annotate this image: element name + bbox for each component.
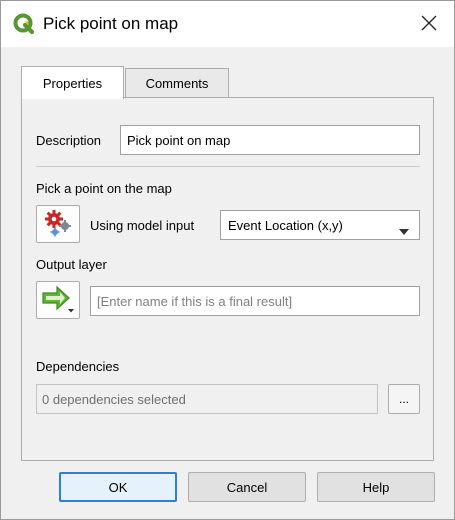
divider [36,166,420,167]
output-layer-button[interactable] [36,281,80,319]
using-model-input-label: Using model input [90,218,195,233]
tab-comments[interactable]: Comments [125,68,229,98]
output-layer-placeholder: [Enter name if this is a final result] [97,293,293,309]
green-arrow-output-icon [40,284,76,317]
dependencies-label: Dependencies [36,359,120,374]
model-input-select[interactable]: Event Location (x,y) [220,210,420,240]
pick-point-label: Pick a point on the map [36,181,172,196]
model-input-selected: Event Location (x,y) [228,217,343,233]
description-label: Description [36,133,102,148]
chevron-down-icon [399,223,409,238]
close-button[interactable] [412,9,446,39]
title-bar: Pick point on map [1,1,454,47]
dialog-title: Pick point on map [43,14,179,33]
description-field[interactable]: Pick point on map [120,125,420,155]
dialog-window: Pick point on map Properties Comments De… [0,0,455,520]
cancel-button[interactable]: Cancel [188,472,306,502]
model-input-icon [43,208,73,241]
qgis-logo-icon [13,13,35,35]
output-layer-field[interactable]: [Enter name if this is a final result] [90,286,420,316]
properties-panel: Description Pick point on map Pick a poi… [21,97,434,461]
ok-button[interactable]: OK [59,472,177,502]
output-layer-label: Output layer [36,257,107,272]
dependencies-field: 0 dependencies selected [36,384,378,414]
close-icon [421,15,437,34]
help-button[interactable]: Help [317,472,435,502]
tab-properties[interactable]: Properties [21,66,124,99]
dependencies-browse-button[interactable]: ... [388,384,420,414]
model-input-button[interactable] [36,205,80,243]
